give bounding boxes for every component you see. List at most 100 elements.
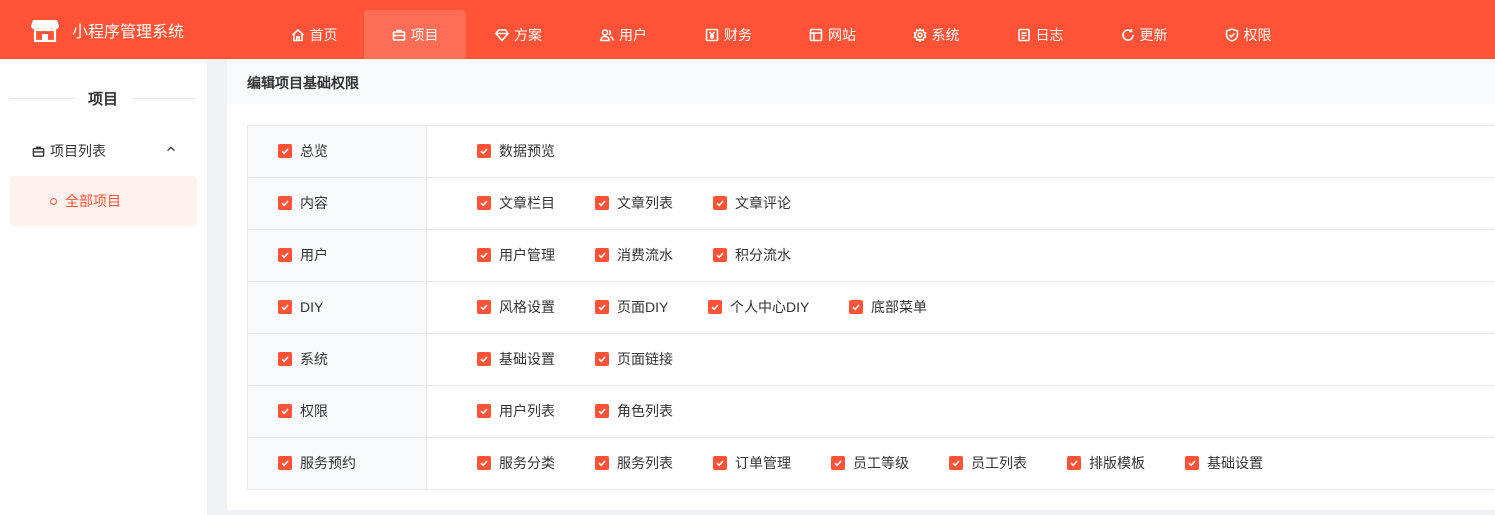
permission-checkbox[interactable]: 排版模板 (1067, 454, 1145, 472)
top-header: 小程序管理系统 首页 项目 方案 用户 财务 网站 系统 日志 更新 权限 (0, 0, 1495, 59)
shield-icon (1225, 27, 1238, 42)
permission-checkbox[interactable]: 用户管理 (477, 246, 555, 264)
circle-dot-icon (50, 197, 57, 205)
checkbox-checked-icon (1067, 456, 1081, 470)
checkbox-label: 服务分类 (499, 455, 555, 471)
nav-label: 更新 (1139, 26, 1168, 43)
store-icon (31, 20, 59, 43)
checkbox-label: 服务列表 (617, 455, 673, 471)
sidebar-group-project-list[interactable]: 项目列表 (32, 141, 182, 161)
permission-checkbox[interactable]: 员工列表 (949, 454, 1027, 472)
home-icon (291, 28, 304, 41)
nav-item-finance[interactable]: 财务 (676, 10, 781, 59)
permission-checkbox[interactable]: 基础设置 (477, 350, 555, 368)
checkbox-label: 角色列表 (617, 403, 673, 419)
nav-item-projects[interactable]: 项目 (364, 10, 466, 59)
checkbox-label: 积分流水 (735, 247, 791, 263)
permission-group-checkbox[interactable]: DIY (278, 298, 323, 316)
permission-table: 总览 数据预览内容 文章栏目 文章列表 文章评论用户 用户管理 消费流水 积分流水 DIY 风格设… (247, 125, 1495, 490)
nav-item-plans[interactable]: 方案 (466, 10, 571, 59)
nav-item-system[interactable]: 系统 (884, 10, 988, 59)
main-panel: 编辑项目基础权限 总览 数据预览 内容 文章栏目 文章列表 文章评论 用户 用户管理 消费流水 积… (227, 59, 1495, 510)
permission-checkbox[interactable]: 用户列表 (477, 402, 555, 420)
checkbox-checked-icon (278, 456, 292, 470)
checkbox-checked-icon (278, 352, 292, 366)
checkbox-label: 页面链接 (617, 351, 673, 367)
sidebar-header: 项目 (10, 88, 196, 108)
permission-group-cell: 总览 (248, 126, 427, 177)
permission-group-checkbox[interactable]: 权限 (278, 402, 328, 420)
chevron-up-icon (167, 146, 175, 152)
permission-checkbox[interactable]: 员工等级 (831, 454, 909, 472)
checkbox-label: 文章栏目 (499, 195, 555, 211)
permission-checkbox[interactable]: 订单管理 (713, 454, 791, 472)
checkbox-label: 权限 (300, 403, 328, 419)
permission-checkbox[interactable]: 数据预览 (477, 142, 555, 160)
permission-checkbox[interactable]: 文章列表 (595, 194, 673, 212)
permission-checkbox[interactable]: 个人中心DIY (708, 298, 809, 316)
checkbox-checked-icon (477, 196, 491, 210)
permission-checkbox[interactable]: 页面链接 (595, 350, 673, 368)
permission-group-cell: 服务预约 (248, 438, 427, 489)
permission-group-checkbox[interactable]: 总览 (278, 142, 328, 160)
checkbox-checked-icon (278, 404, 292, 418)
permission-row: 用户 用户管理 消费流水 积分流水 (248, 230, 1495, 282)
permission-group-cell: 系统 (248, 334, 427, 385)
nav-label: 方案 (514, 26, 542, 43)
nav-item-logs[interactable]: 日志 (988, 10, 1092, 59)
nav-item-home[interactable]: 首页 (264, 10, 364, 59)
checkbox-label: 员工等级 (853, 455, 909, 471)
checkbox-label: 用户管理 (499, 247, 555, 263)
diamond-icon (495, 28, 509, 42)
gear-icon (912, 27, 927, 42)
checkbox-label: DIY (300, 299, 324, 315)
nav-item-permissions[interactable]: 权限 (1196, 10, 1300, 59)
document-icon (1017, 28, 1030, 41)
nav-label: 网站 (828, 26, 856, 43)
refresh-icon (1121, 28, 1134, 41)
permission-group-checkbox[interactable]: 用户 (278, 246, 328, 264)
checkbox-label: 系统 (300, 351, 328, 367)
checkbox-checked-icon (595, 456, 609, 470)
permission-checkbox[interactable]: 文章栏目 (477, 194, 555, 212)
permission-row: 服务预约 服务分类 服务列表 订单管理 员工等级 员工列表 排版模板 基础设置 (248, 438, 1495, 490)
permission-checkbox[interactable]: 服务列表 (595, 454, 673, 472)
checkbox-label: 用户 (300, 247, 328, 263)
sidebar-item-all-projects[interactable]: 全部项目 (10, 176, 197, 226)
permission-checkbox[interactable]: 风格设置 (477, 298, 555, 316)
nav-item-users[interactable]: 用户 (571, 10, 676, 59)
permission-group-checkbox[interactable]: 系统 (278, 350, 328, 368)
permission-checkbox[interactable]: 角色列表 (595, 402, 673, 420)
checkbox-label: 文章列表 (617, 195, 673, 211)
checkbox-checked-icon (595, 196, 609, 210)
layout-icon (809, 28, 823, 41)
permission-checkbox[interactable]: 底部菜单 (849, 298, 927, 316)
checkbox-checked-icon (713, 456, 727, 470)
permission-checkbox[interactable]: 页面DIY (595, 298, 668, 316)
permission-checkbox[interactable]: 消费流水 (595, 246, 673, 264)
app-logo[interactable]: 小程序管理系统 (30, 14, 184, 46)
permission-row: DIY 风格设置 页面DIY 个人中心DIY 底部菜单 (248, 282, 1495, 334)
checkbox-checked-icon (278, 300, 292, 314)
checkbox-checked-icon (477, 456, 491, 470)
permission-row: 系统 基础设置 页面链接 (248, 334, 1495, 386)
permission-checkbox[interactable]: 积分流水 (713, 246, 791, 264)
permission-group-cell: 用户 (248, 230, 427, 281)
checkbox-checked-icon (595, 300, 609, 314)
permission-group-checkbox[interactable]: 内容 (278, 194, 328, 212)
permission-checkbox[interactable]: 文章评论 (713, 194, 791, 212)
checkbox-checked-icon (1185, 456, 1199, 470)
permission-group-cell: 内容 (248, 178, 427, 229)
nav-item-website[interactable]: 网站 (781, 10, 884, 59)
nav-label: 首页 (309, 26, 338, 43)
checkbox-checked-icon (713, 196, 727, 210)
checkbox-label: 服务预约 (300, 455, 356, 471)
permission-checkbox[interactable]: 服务分类 (477, 454, 555, 472)
permission-checkbox[interactable]: 基础设置 (1185, 454, 1263, 472)
checkbox-label: 用户列表 (499, 403, 555, 419)
checkbox-label: 订单管理 (735, 455, 791, 471)
nav-item-updates[interactable]: 更新 (1092, 10, 1196, 59)
permission-row: 内容 文章栏目 文章列表 文章评论 (248, 178, 1495, 230)
permission-group-checkbox[interactable]: 服务预约 (278, 454, 356, 472)
divider (132, 98, 196, 99)
